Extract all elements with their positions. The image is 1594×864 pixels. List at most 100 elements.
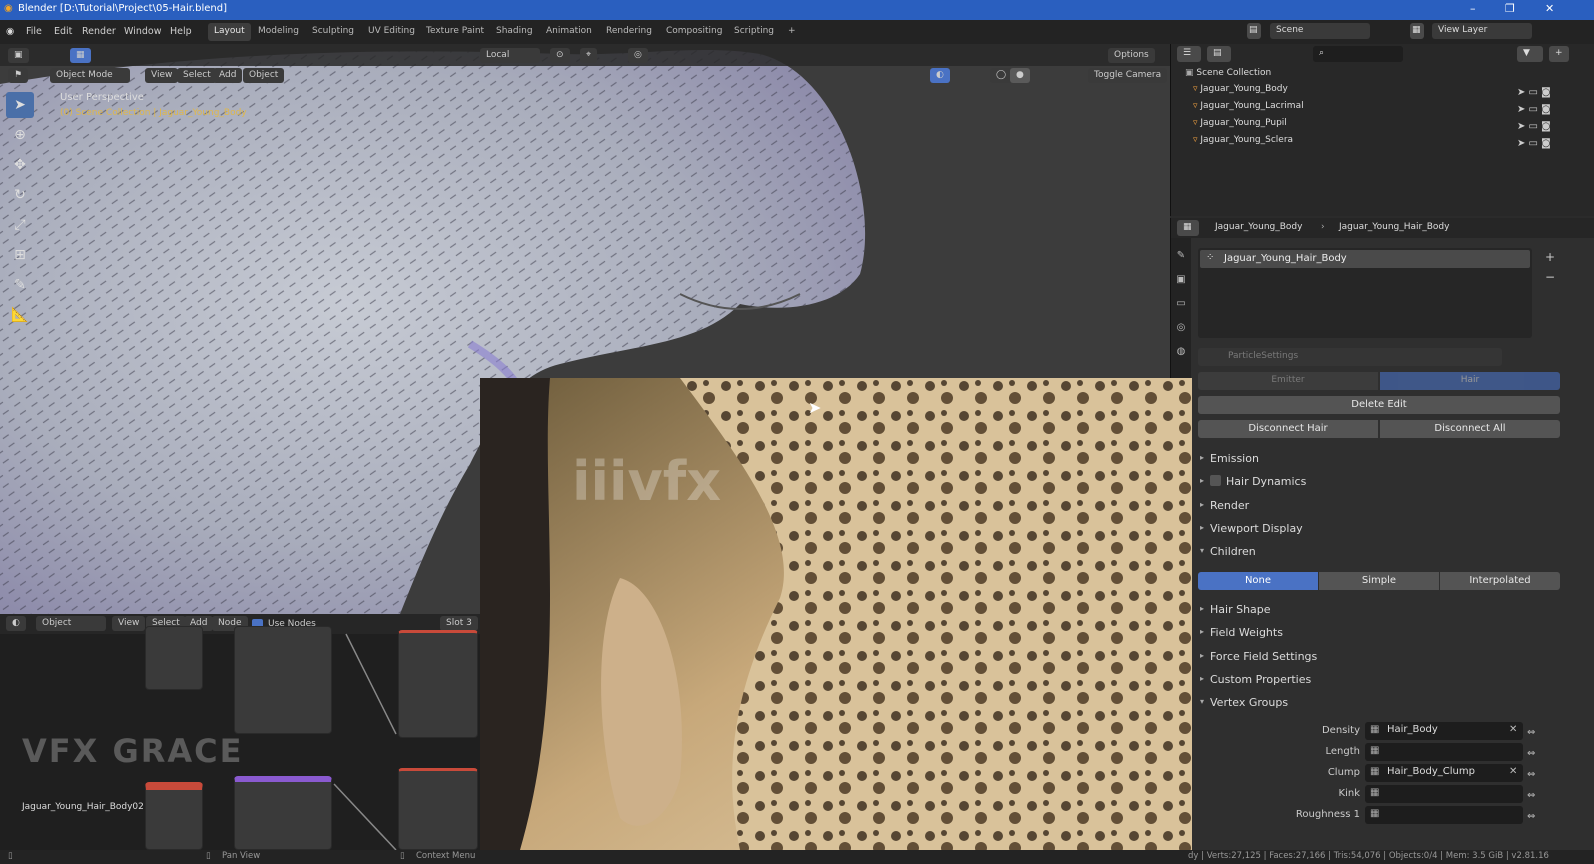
vg-density-field[interactable]: ▦ Hair_Body ✕ (1365, 722, 1523, 740)
disconnect-hair-button[interactable]: Disconnect Hair (1198, 420, 1378, 438)
clear-icon[interactable]: ✕ (1509, 724, 1517, 735)
tab-compositing[interactable]: Compositing (660, 23, 728, 41)
new-collection-icon[interactable]: + (1549, 46, 1569, 62)
tab-sculpting[interactable]: Sculpting (306, 23, 360, 41)
children-interpolated-button[interactable]: Interpolated (1440, 572, 1560, 590)
outliner-item[interactable]: ▿ Jaguar_Young_Sclera (1193, 135, 1293, 152)
overlay-icon[interactable]: ◐ (930, 68, 950, 83)
add-slot-button[interactable]: + (1545, 250, 1555, 264)
children-none-button[interactable]: None (1198, 572, 1318, 590)
menu-edit[interactable]: Edit (54, 26, 72, 37)
tab-layout[interactable]: Layout (208, 23, 251, 41)
panel-custom-properties[interactable]: ▸ Custom Properties (1200, 673, 1311, 686)
tab-rendering[interactable]: Rendering (600, 23, 658, 41)
panel-hair-shape[interactable]: ▸ Hair Shape (1200, 603, 1271, 616)
scene-tab-icon[interactable]: ◎ (1171, 316, 1191, 340)
vg-kink-field[interactable]: ▦ (1365, 785, 1523, 803)
outliner-editor-icon[interactable]: ☰ (1177, 46, 1201, 62)
snap-icon[interactable]: ⌖ (580, 48, 598, 63)
move-tool-icon[interactable]: ✥ (6, 152, 34, 178)
outliner-item[interactable]: ▿ Jaguar_Young_Pupil (1193, 118, 1287, 135)
type-emitter-button[interactable]: Emitter (1198, 372, 1378, 390)
toggle-camera-button[interactable]: Toggle Camera (1088, 68, 1168, 83)
tool-tab-icon[interactable]: ✎ (1171, 244, 1191, 268)
panel-emission[interactable]: ▸ Emission (1200, 452, 1259, 465)
particle-system-list[interactable]: ⁘ Jaguar_Young_Hair_Body (1198, 248, 1532, 338)
remove-slot-button[interactable]: − (1545, 270, 1555, 284)
vg-clump-field[interactable]: ▦ Hair_Body_Clump ✕ (1365, 764, 1523, 782)
shading-wireframe-icon[interactable]: ◯ (990, 68, 1013, 83)
panel-render[interactable]: ▸ Render (1200, 499, 1249, 512)
view-layer-icon[interactable]: ▦ (1410, 23, 1424, 39)
outliner-item[interactable]: ▿ Jaguar_Young_Body (1193, 84, 1288, 101)
add-workspace-button[interactable]: + (782, 23, 802, 41)
shading-solid-icon[interactable]: ● (1010, 68, 1030, 83)
scene-selector[interactable]: Scene (1270, 23, 1370, 39)
viewport-menu-view[interactable]: View (145, 68, 179, 83)
transform-tool-icon[interactable]: ⊞ (6, 242, 34, 268)
tab-texture-paint[interactable]: Texture Paint (420, 23, 490, 41)
bookmark-icon[interactable]: ⚑ (8, 68, 29, 83)
menu-help[interactable]: Help (170, 26, 192, 37)
render-tab-icon[interactable]: ▣ (1171, 268, 1191, 292)
viewport-menu-object[interactable]: Object (243, 68, 285, 83)
proportional-edit-icon[interactable]: ◎ (628, 48, 648, 63)
menu-file[interactable]: File (26, 26, 42, 37)
mode-selector[interactable]: Object Mode (50, 68, 130, 83)
tab-scripting[interactable]: Scripting (728, 23, 780, 41)
viewport-menu-select[interactable]: Select (177, 68, 217, 83)
vg-roughness-field[interactable]: ▦ (1365, 806, 1523, 824)
type-hair-button[interactable]: Hair (1380, 372, 1560, 390)
panel-viewport-display[interactable]: ▸ Viewport Display (1200, 522, 1303, 535)
world-tab-icon[interactable]: ◍ (1171, 340, 1191, 364)
panel-children[interactable]: ▾ Children (1200, 545, 1256, 558)
rotate-tool-icon[interactable]: ↻ (6, 182, 34, 208)
particle-settings-field[interactable]: ParticleSettings (1198, 348, 1502, 366)
cursor-tool-icon[interactable]: ⊕ (6, 122, 34, 148)
panel-field-weights[interactable]: ▸ Field Weights (1200, 626, 1283, 639)
hair-dynamics-checkbox[interactable] (1210, 475, 1221, 486)
outliner-root[interactable]: ▣ Scene Collection (1185, 68, 1271, 85)
invert-toggles[interactable]: ⇔ ⇔ ⇔ ⇔ ⇔ (1527, 722, 1535, 827)
shader-node-editor[interactable]: ◐ Object View Select Add Node Use Nodes … (0, 614, 480, 850)
measure-tool-icon[interactable]: 📐 (6, 302, 34, 328)
viewport-menu-add[interactable]: Add (213, 68, 243, 83)
view-layer-selector[interactable]: View Layer (1432, 23, 1532, 39)
menu-window[interactable]: Window (124, 26, 161, 37)
outliner-item[interactable]: ▿ Jaguar_Young_Lacrimal (1193, 101, 1304, 118)
tab-uv-editing[interactable]: UV Editing (362, 23, 421, 41)
panel-hair-dynamics[interactable]: ▸ Hair Dynamics (1200, 475, 1306, 488)
particle-system-row[interactable]: ⁘ Jaguar_Young_Hair_Body (1200, 250, 1530, 268)
annotate-tool-icon[interactable]: ✎ (6, 272, 34, 298)
output-tab-icon[interactable]: ▭ (1171, 292, 1191, 316)
restrict-toggles[interactable]: ➤ ▭ ◙ ➤ ▭ ◙ ➤ ▭ ◙ ➤ ▭ ◙ (1517, 84, 1551, 152)
disconnect-all-button[interactable]: Disconnect All (1380, 420, 1560, 438)
scale-tool-icon[interactable]: ⤢ (6, 212, 34, 238)
options-dropdown[interactable]: Options (1108, 48, 1155, 63)
properties-editor-icon[interactable]: ▦ (1177, 220, 1199, 236)
vg-length-field[interactable]: ▦ (1365, 743, 1523, 761)
delete-edit-button[interactable]: Delete Edit (1198, 396, 1560, 414)
editor-type-icon[interactable]: ▣ (8, 48, 29, 63)
close-button[interactable]: ✕ (1545, 2, 1554, 15)
select-mode-icon[interactable]: ▦ (70, 48, 91, 63)
pivot-icon[interactable]: ⊙ (550, 48, 570, 63)
children-simple-button[interactable]: Simple (1319, 572, 1439, 590)
filter-icon[interactable]: ▼ (1517, 46, 1543, 62)
clear-icon[interactable]: ✕ (1509, 766, 1517, 777)
select-tool-icon[interactable]: ➤ (6, 92, 34, 118)
menu-render[interactable]: Render (82, 26, 116, 37)
scene-icon[interactable]: ▤ (1247, 23, 1261, 39)
display-mode-icon[interactable]: ▤ (1207, 46, 1231, 62)
minimize-button[interactable]: – (1470, 2, 1476, 15)
tab-modeling[interactable]: Modeling (252, 23, 305, 41)
tab-animation[interactable]: Animation (540, 23, 598, 41)
panel-vertex-groups[interactable]: ▾ Vertex Groups (1200, 696, 1288, 709)
transform-orientation[interactable]: Local (480, 48, 540, 63)
outliner-search-icon[interactable]: ⌕ (1313, 46, 1403, 62)
panel-force-field-settings[interactable]: ▸ Force Field Settings (1200, 650, 1317, 663)
blender-menu-icon[interactable]: ◉ (6, 26, 14, 37)
breadcrumb-particles[interactable]: Jaguar_Young_Hair_Body (1339, 222, 1449, 232)
breadcrumb-object[interactable]: Jaguar_Young_Body (1215, 222, 1302, 232)
tab-shading[interactable]: Shading (490, 23, 539, 41)
